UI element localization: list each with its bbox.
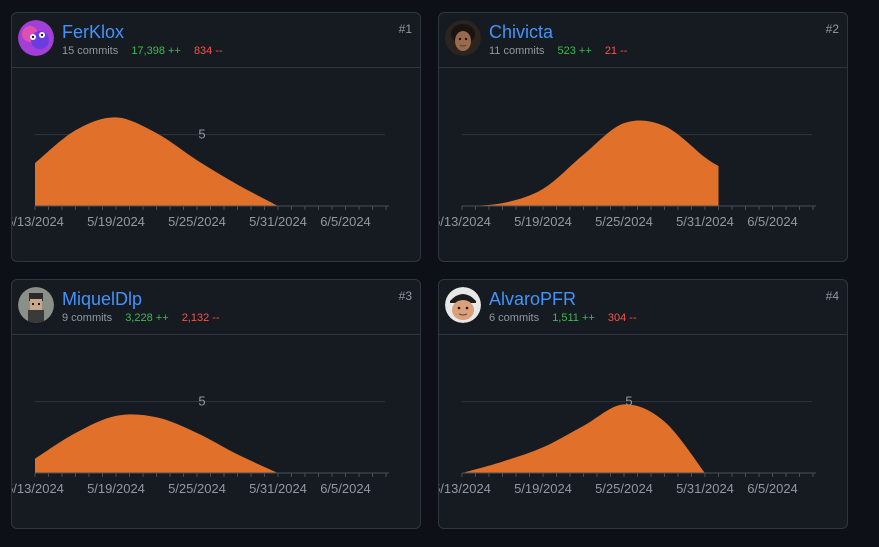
x-tick-label: 6/5/2024 (747, 214, 798, 229)
x-tick-label: 5/19/2024 (514, 481, 572, 496)
avatar[interactable] (18, 287, 54, 323)
rank-badge: #3 (398, 289, 412, 303)
contribution-stats: 9 commits 3,228 ++ 2,132 -- (62, 312, 230, 324)
x-tick-label: 5/25/2024 (595, 481, 653, 496)
contributor-card: AlvaroPFR 6 commits 1,511 ++ 304 -- #4 5… (438, 279, 848, 529)
avatar[interactable] (445, 20, 481, 56)
username-link[interactable]: MiquelDlp (62, 289, 142, 310)
y-tick-label: 5 (198, 127, 205, 142)
avatar[interactable] (445, 287, 481, 323)
contributor-card: Chivicta 11 commits 523 ++ 21 -- #2 5/13… (438, 12, 848, 262)
additions-count: 17,398 ++ (131, 45, 181, 57)
x-tick-label: 5/31/2024 (676, 481, 734, 496)
x-tick-label: 5/13/2024 (439, 481, 491, 496)
card-header: MiquelDlp 9 commits 3,228 ++ 2,132 -- #3 (12, 280, 420, 335)
x-tick-label: 5/25/2024 (595, 214, 653, 229)
x-tick-label: 6/5/2024 (320, 481, 371, 496)
x-tick-label: 5/31/2024 (249, 214, 307, 229)
deletions-count: 834 -- (193, 45, 223, 57)
x-tick-label: 5/31/2024 (249, 481, 307, 496)
commit-activity-chart: 5 5/13/2024 5/19/2024 5/25/2024 5/31/2024 6/5… (12, 117, 389, 229)
commit-area (462, 120, 719, 206)
commit-activity-chart: 5/13/2024 5/19/2024 5/25/2024 5/31/2024 6/5/… (439, 120, 816, 229)
x-tick-label: 6/5/2024 (320, 214, 371, 229)
rank-badge: #1 (398, 22, 412, 36)
commit-area (462, 404, 705, 473)
commit-count[interactable]: 6 commits (489, 312, 539, 324)
y-tick-label: 5 (198, 394, 205, 409)
card-header: AlvaroPFR 6 commits 1,511 ++ 304 -- #4 (439, 280, 847, 335)
card-header: Chivicta 11 commits 523 ++ 21 -- #2 (439, 13, 847, 68)
contributor-card: MiquelDlp 9 commits 3,228 ++ 2,132 -- #3… (11, 279, 421, 529)
x-tick-label: 5/19/2024 (87, 214, 145, 229)
x-tick-label: 5/19/2024 (514, 214, 572, 229)
additions-count: 523 ++ (557, 45, 592, 57)
x-tick-label: 5/25/2024 (168, 214, 226, 229)
purple-creature-avatar-icon (18, 20, 54, 56)
dark-portrait-avatar-icon (445, 20, 481, 56)
rank-badge: #4 (825, 289, 839, 303)
deletions-count: 21 -- (604, 45, 628, 57)
commit-activity-chart: 5 5/13/2024 5/19/2024 5/25/2024 5/31/2024 6/5… (12, 394, 389, 496)
additions-count: 1,511 ++ (552, 312, 595, 324)
commit-count[interactable]: 11 commits (489, 45, 544, 57)
additions-count: 3,228 ++ (125, 312, 169, 324)
cartoon-face-avatar-icon (445, 287, 481, 323)
deletions-count: 304 -- (607, 312, 637, 324)
x-tick-label: 5/13/2024 (439, 214, 491, 229)
x-tick-label: 5/19/2024 (87, 481, 145, 496)
contribution-stats: 6 commits 1,511 ++ 304 -- (489, 312, 647, 324)
deletions-count: 2,132 -- (181, 312, 220, 324)
username-link[interactable]: Chivicta (489, 22, 553, 43)
avatar[interactable] (18, 20, 54, 56)
x-tick-label: 5/13/2024 (12, 214, 64, 229)
x-tick-label: 6/5/2024 (747, 481, 798, 496)
username-link[interactable]: FerKlox (62, 22, 124, 43)
commit-area (35, 117, 278, 206)
commit-activity-chart: 5 5/13/2024 5/19/2024 5/25/2024 5/31/2024 6/5… (439, 394, 816, 496)
commit-area (35, 414, 278, 473)
contribution-stats: 11 commits 523 ++ 21 -- (489, 45, 637, 57)
x-tick-label: 5/13/2024 (12, 481, 64, 496)
x-tick-label: 5/25/2024 (168, 481, 226, 496)
card-header: FerKlox 15 commits 17,398 ++ 834 -- #1 (12, 13, 420, 68)
contributor-card: FerKlox 15 commits 17,398 ++ 834 -- #1 5… (11, 12, 421, 262)
username-link[interactable]: AlvaroPFR (489, 289, 576, 310)
y-tick-label: 5 (625, 394, 632, 409)
x-tick-label: 5/31/2024 (676, 214, 734, 229)
commit-count[interactable]: 15 commits (62, 45, 118, 57)
commit-count[interactable]: 9 commits (62, 312, 112, 324)
contribution-stats: 15 commits 17,398 ++ 834 -- (62, 45, 233, 57)
rank-badge: #2 (825, 22, 839, 36)
pixel-character-avatar-icon (18, 287, 54, 323)
